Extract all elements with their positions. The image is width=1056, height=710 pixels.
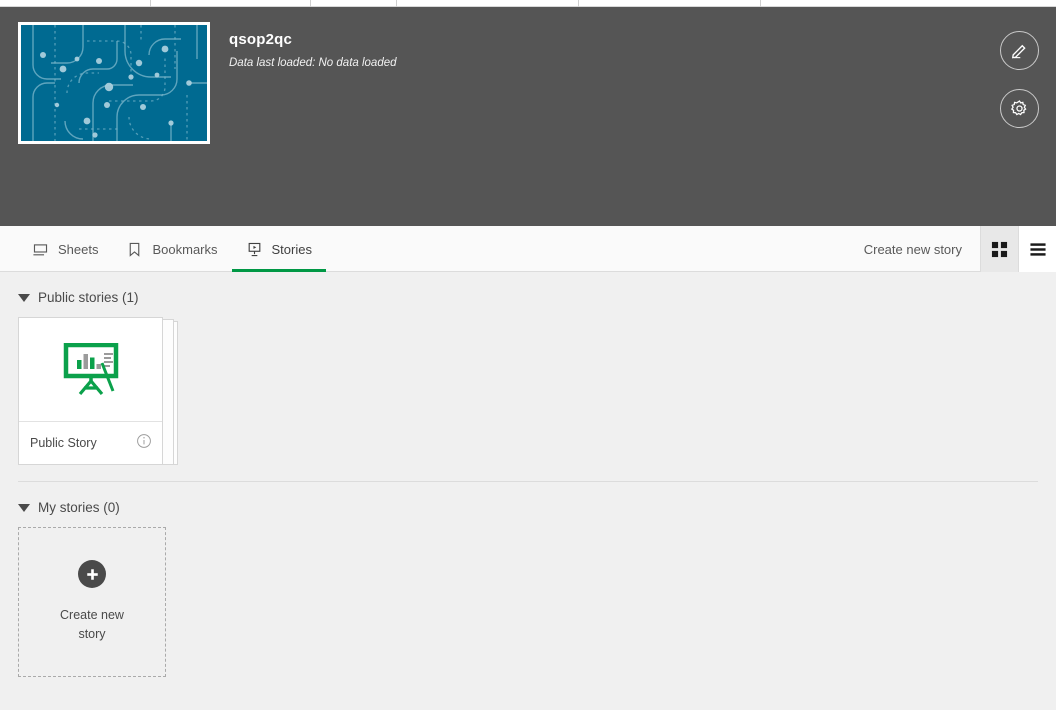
- tab-bookmarks-label: Bookmarks: [152, 241, 218, 257]
- section-header-public-stories[interactable]: Public stories (1): [18, 290, 1056, 305]
- grid-icon: [991, 241, 1008, 257]
- toolbar-separator: [396, 0, 397, 7]
- list-icon: [1029, 242, 1046, 256]
- edit-app-button[interactable]: [1000, 31, 1039, 70]
- create-label-line2: story: [78, 627, 106, 641]
- pencil-icon: [1011, 44, 1026, 59]
- toolbar-separator: [150, 0, 151, 7]
- toolbar-separator: [760, 0, 761, 7]
- chevron-down-icon: [18, 503, 30, 512]
- section-divider: [18, 481, 1038, 482]
- tab-sheets-label: Sheets: [58, 241, 99, 257]
- easel-chart-icon: [63, 342, 118, 395]
- create-new-story-label: Create new story: [47, 606, 137, 644]
- app-thumbnail[interactable]: [18, 22, 210, 144]
- app-thumbnail-pattern: [21, 25, 207, 141]
- list-view-button[interactable]: [1018, 226, 1056, 272]
- section-title-my-stories: My stories (0): [38, 500, 120, 515]
- create-new-story-card[interactable]: Create new story: [18, 527, 166, 677]
- story-card-title: Public Story: [30, 436, 97, 450]
- toolbar-separator: [310, 0, 311, 7]
- toolbar-separator: [578, 0, 579, 7]
- tab-stories[interactable]: Stories: [231, 226, 327, 272]
- chevron-down-icon: [18, 293, 30, 302]
- grid-view-button[interactable]: [980, 226, 1018, 272]
- story-card-footer: Public Story: [19, 422, 162, 464]
- app-meta: qsop2qc Data last loaded: No data loaded: [229, 31, 397, 69]
- app-title: qsop2qc: [229, 31, 293, 48]
- tab-bar: Sheets Bookmarks Stories Create new stor…: [0, 226, 1056, 272]
- gear-icon: [1010, 100, 1027, 116]
- tab-list: Sheets Bookmarks Stories: [18, 226, 327, 272]
- tab-bar-actions: Create new story: [864, 226, 1056, 272]
- create-label-line1: Create new: [60, 608, 124, 622]
- stories-content: Public stories (1) Public Story My stori…: [0, 272, 1056, 710]
- section-header-my-stories[interactable]: My stories (0): [18, 500, 1056, 515]
- create-new-story-link[interactable]: Create new story: [864, 242, 980, 257]
- plus-icon: [78, 560, 106, 588]
- story-icon: [248, 242, 260, 256]
- bookmark-icon: [130, 242, 140, 257]
- app-header: qsop2qc Data last loaded: No data loaded: [0, 7, 1056, 226]
- sheet-icon: [33, 243, 48, 255]
- app-settings-button[interactable]: [1000, 89, 1039, 128]
- public-stories-list: Public Story: [18, 317, 1056, 465]
- view-toggle-group: [980, 226, 1056, 272]
- story-card[interactable]: Public Story: [18, 317, 163, 465]
- top-toolbar-strip: [0, 0, 1056, 7]
- tab-stories-label: Stories: [271, 241, 312, 257]
- my-stories-list: Create new story: [18, 527, 1056, 677]
- section-title-public-stories: Public stories (1): [38, 290, 139, 305]
- story-card-wrapper: Public Story: [18, 317, 178, 465]
- tab-sheets[interactable]: Sheets: [18, 226, 112, 272]
- tab-bookmarks[interactable]: Bookmarks: [112, 226, 231, 272]
- story-card-thumbnail: [19, 318, 162, 422]
- app-data-status: Data last loaded: No data loaded: [229, 57, 397, 69]
- info-icon[interactable]: [136, 433, 152, 454]
